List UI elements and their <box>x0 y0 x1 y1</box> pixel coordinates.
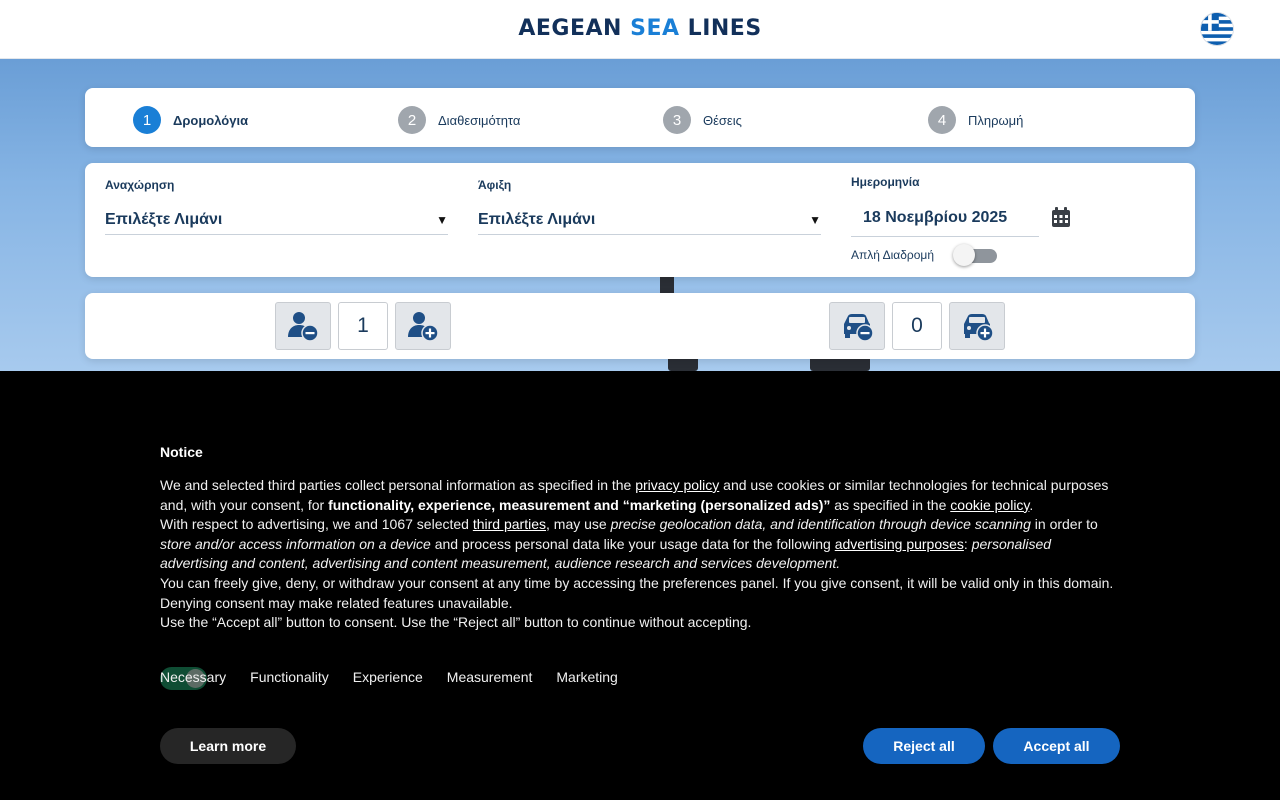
site-header: AEGEAN SEA LINES <box>0 0 1280 59</box>
passenger-vehicle-counts: 1 0 <box>85 293 1195 359</box>
add-passenger-button[interactable] <box>395 302 451 350</box>
remove-passenger-button[interactable] <box>275 302 331 350</box>
step-number: 4 <box>928 106 956 134</box>
greece-flag-icon[interactable] <box>1201 13 1233 45</box>
add-vehicle-button[interactable] <box>949 302 1005 350</box>
logo-word-lines: LINES <box>687 16 762 41</box>
category-experience[interactable]: Experience <box>353 669 423 685</box>
date-value: 18 Νοεμβρίου 2025 <box>863 209 1008 226</box>
booking-steps: 1 Δρομολόγια 2 Διαθεσιμότητα 3 Θέσεις 4 … <box>85 88 1195 147</box>
one-way-label: Απλή Διαδρομή <box>851 248 935 262</box>
consent-text-part: Use the “Accept all” button to consent. … <box>160 614 752 631</box>
consent-text-part: and process personal data like your usag… <box>430 535 835 552</box>
one-way-toggle[interactable] <box>953 244 999 266</box>
consent-text-part: You can freely give, deny, or withdraw y… <box>160 574 1114 611</box>
consent-text-part: , may use <box>546 516 611 533</box>
step-label: Πληρωμή <box>968 112 1024 128</box>
chevron-down-icon: ▼ <box>436 213 448 227</box>
cookie-consent-banner: Notice We and selected third parties col… <box>0 371 1280 800</box>
consent-text-bold: functionality, experience, measurement a… <box>328 496 831 513</box>
consent-text-italic: precise geolocation data, and identifica… <box>610 516 1031 533</box>
departure-port-select[interactable]: Επιλέξτε Λιμάνι ▼ <box>105 205 448 235</box>
step-payment[interactable]: 4 Πληρωμή <box>928 106 1023 134</box>
car-minus-icon <box>844 314 874 342</box>
consent-text-part: We and selected third parties collect pe… <box>160 477 636 493</box>
step-availability[interactable]: 2 Διαθεσιμότητα <box>398 106 520 134</box>
passenger-count: 1 <box>338 302 388 350</box>
consent-title: Notice <box>160 444 203 460</box>
privacy-policy-link[interactable]: privacy policy <box>635 477 719 493</box>
car-plus-icon <box>964 314 994 342</box>
consent-text-part: With respect to advertising, we and 1067… <box>160 516 473 533</box>
category-marketing[interactable]: Marketing <box>556 669 617 685</box>
calendar-icon[interactable] <box>1050 206 1072 228</box>
route-search-form: Αναχώρηση Επιλέξτε Λιμάνι ▼ Άφιξη Επιλέξ… <box>85 163 1195 277</box>
step-number: 2 <box>398 106 426 134</box>
chevron-down-icon: ▼ <box>809 213 821 227</box>
learn-more-button[interactable]: Learn more <box>160 728 296 764</box>
accept-all-button[interactable]: Accept all <box>993 728 1120 764</box>
category-functionality[interactable]: Functionality <box>250 669 329 685</box>
consent-text-part: in order to <box>1030 516 1098 533</box>
date-label: Ημερομηνία <box>851 175 920 189</box>
departure-label: Αναχώρηση <box>105 178 175 192</box>
toggle-knob <box>953 244 975 266</box>
advertising-purposes-link[interactable]: advertising purposes <box>835 536 964 552</box>
cookie-policy-link[interactable]: cookie policy <box>950 497 1029 513</box>
person-minus-icon <box>288 312 319 342</box>
step-label: Δρομολόγια <box>173 112 249 128</box>
step-label: Θέσεις <box>703 112 742 128</box>
step-number: 3 <box>663 106 691 134</box>
consent-text-part: as specified in the <box>830 496 951 513</box>
logo-word-sea: SEA <box>630 16 680 41</box>
category-necessary[interactable]: Necessary <box>160 669 226 685</box>
logo-word-aegean: AEGEAN <box>518 16 622 41</box>
arrival-label: Άφιξη <box>478 178 512 192</box>
reject-all-button[interactable]: Reject all <box>863 728 985 764</box>
third-parties-link[interactable]: third parties <box>473 516 546 532</box>
category-measurement[interactable]: Measurement <box>447 669 533 685</box>
step-number: 1 <box>133 106 161 134</box>
consent-text-italic: store and/or access information on a dev… <box>160 535 431 552</box>
consent-categories: Necessary Functionality Experience Measu… <box>160 665 642 689</box>
site-logo[interactable]: AEGEAN SEA LINES <box>0 16 1280 41</box>
remove-vehicle-button[interactable] <box>829 302 885 350</box>
departure-port-value: Επιλέξτε Λιμάνι <box>105 210 223 228</box>
consent-text: We and selected third parties collect pe… <box>160 476 1120 633</box>
step-label: Διαθεσιμότητα <box>438 112 521 128</box>
step-routes[interactable]: 1 Δρομολόγια <box>133 106 248 134</box>
arrival-port-value: Επιλέξτε Λιμάνι <box>478 210 596 228</box>
arrival-port-select[interactable]: Επιλέξτε Λιμάνι ▼ <box>478 205 821 235</box>
vehicle-count: 0 <box>892 302 942 350</box>
consent-text-part: . <box>1029 496 1034 513</box>
consent-text-part: : <box>963 535 972 552</box>
step-seats[interactable]: 3 Θέσεις <box>663 106 742 134</box>
date-input[interactable]: 18 Νοεμβρίου 2025 <box>851 203 1039 237</box>
person-plus-icon <box>408 312 439 342</box>
